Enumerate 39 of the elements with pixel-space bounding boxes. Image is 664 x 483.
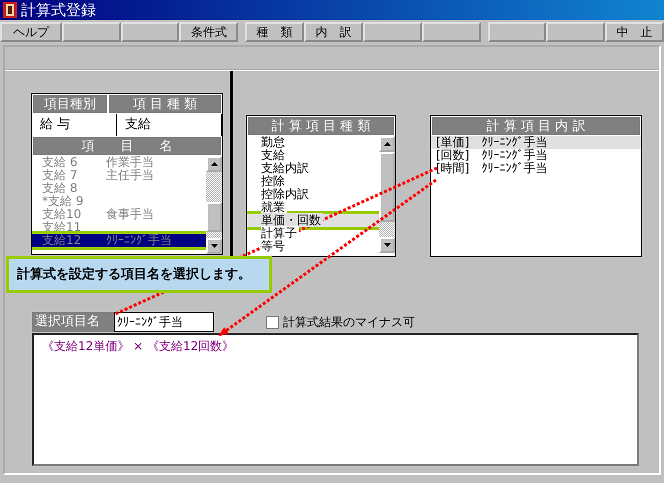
toolbar-button[interactable]: ヘルプ [0,22,62,42]
app-icon [3,2,17,18]
list-item[interactable]: 支給10 食事手当 [32,208,206,221]
list-item[interactable]: [時間] ｸﾘｰﾆﾝｸﾞ手当 [431,162,641,175]
blank-toolbar-button[interactable] [120,22,180,42]
blank-toolbar-button[interactable] [546,22,606,42]
toolbar-button[interactable]: 内 訳 [304,22,363,42]
negative-checkbox[interactable]: 計算式結果のマイナス可 [266,314,415,330]
selected-item-field[interactable]: ｸﾘｰﾆﾝｸﾞ手当 [114,312,214,332]
list-item[interactable]: *支給 9 [32,195,206,208]
scrollbar[interactable] [206,156,222,254]
up-arrow-icon[interactable] [384,142,390,146]
blank-toolbar-button[interactable] [362,22,422,42]
list-item[interactable]: [回数] ｸﾘｰﾆﾝｸﾞ手当 [431,149,641,162]
window-title: 計算式登録 [21,0,96,20]
down-arrow-icon[interactable] [210,244,218,248]
toolbar-button[interactable]: 条件式 [179,22,238,42]
field-label: 選択項目名 [32,312,114,332]
list-item[interactable]: [単価] ｸﾘｰﾆﾝｸﾞ手当 [431,136,641,149]
scrollbar[interactable] [379,136,395,253]
blank-toolbar-button[interactable] [422,22,481,42]
column-header: 計 算 項 目 種 類 [247,116,395,136]
list-item[interactable]: 支給12 ｸﾘｰﾆﾝｸﾞ手当 [32,234,206,247]
formula-field[interactable]: 《支給12単価》 × 《支給12回数》 [32,333,639,466]
blank-toolbar-button[interactable] [488,22,546,42]
toolbar-button[interactable]: 中 止 [605,22,664,42]
column-header: 計 算 項 目 内 訳 [431,116,641,136]
list-item[interactable]: 支給 6 作業手当 [32,156,206,169]
list-item[interactable]: 支給 8 [32,182,206,195]
up-arrow-icon[interactable] [210,162,218,166]
callout: 計算式を設定する項目名を選択します。 [6,256,272,293]
column-header: 項 目 名 [32,136,222,156]
column-header: 項目種別 [32,94,108,114]
toolbar-button[interactable]: 種 類 [245,22,304,42]
blank-toolbar-button[interactable] [62,22,121,42]
down-arrow-icon[interactable] [384,243,390,247]
column-header: 項 目 種 類 [108,94,222,114]
list-item[interactable]: 単価・回数 [247,214,379,227]
list-item[interactable]: 支給 7 主任手当 [32,169,206,182]
